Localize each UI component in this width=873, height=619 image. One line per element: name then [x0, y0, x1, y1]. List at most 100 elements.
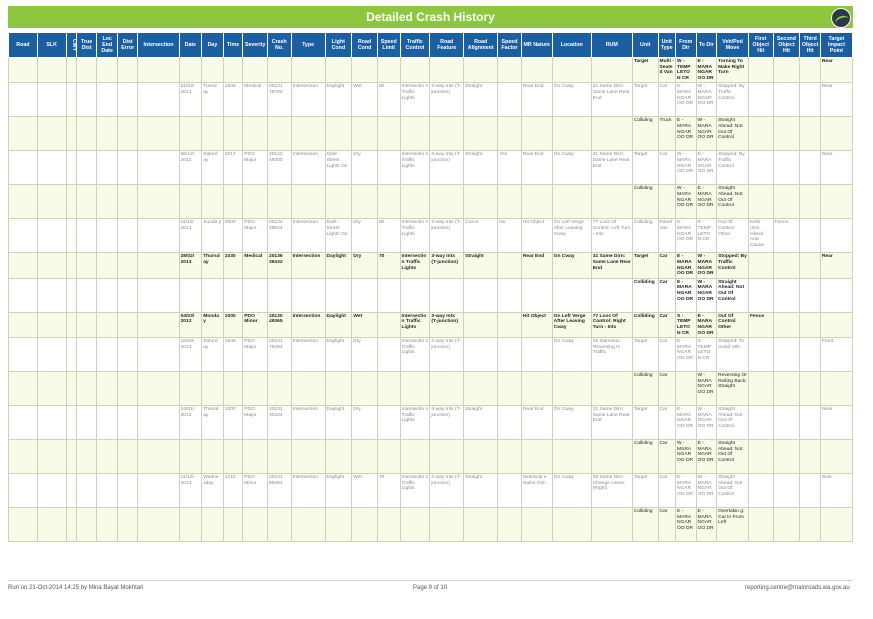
table-cell	[747, 371, 774, 407]
table-cell	[116, 218, 139, 254]
table-cell	[65, 82, 77, 118]
table-cell	[799, 507, 821, 543]
table-row: Colliding Car W - MARA NGAR OO DR E - MARA …	[8, 439, 854, 475]
table-cell	[376, 405, 401, 441]
table-cell: Stopped: To Avoid Veh	[716, 337, 749, 373]
table-cell	[376, 311, 401, 339]
table-cell	[36, 116, 67, 152]
table-cell: PDO Minor	[242, 311, 268, 339]
table-cell: W - MARA NGAR OO DR	[695, 473, 718, 509]
table-cell	[590, 116, 633, 152]
table-cell	[520, 277, 553, 313]
table-cell	[429, 507, 465, 543]
table-cell: Tuesd ay	[201, 82, 224, 118]
table-row: 28/02/ 2013 Thursd ay 1030 Medical 20136 394…	[8, 252, 854, 279]
table-cell	[75, 82, 98, 118]
table-cell	[36, 56, 67, 84]
table-cell	[399, 371, 431, 407]
table-cell	[747, 473, 774, 509]
table-cell	[351, 56, 378, 84]
table-cell	[65, 507, 77, 543]
table-cell: Colliding	[631, 116, 659, 152]
table-cell	[819, 439, 854, 475]
table-cell: No	[497, 218, 522, 254]
table-cell	[242, 56, 268, 84]
table-cell: Car	[657, 311, 676, 339]
table-cell	[290, 371, 326, 407]
table-row: 04/03/ 2013 Monda y 1000 PDO Minor 20130 493…	[8, 311, 854, 339]
table-cell: 20131 79792	[266, 82, 292, 118]
table-cell: S - TEMP LETO N CR	[674, 311, 697, 339]
table-cell	[399, 439, 431, 475]
table-cell	[747, 405, 774, 441]
column-header: Loc End Date	[96, 32, 118, 58]
table-cell	[497, 252, 522, 279]
table-cell	[201, 439, 224, 475]
table-cell	[266, 277, 292, 313]
table-cell: PDO Major	[242, 150, 268, 186]
table-cell	[8, 218, 38, 254]
table-cell	[376, 371, 401, 407]
table-cell: PDO Major	[242, 405, 268, 441]
column-header: Time	[222, 32, 244, 58]
table-row: Colliding Car E - MARA NGAR OO DR W - MARA …	[8, 277, 854, 313]
table-cell: 38 Same Dirn: Change Lanes (Right)	[590, 473, 633, 509]
table-cell: Yes	[497, 150, 522, 186]
table-cell	[497, 371, 522, 407]
table-cell: On Cway	[551, 252, 592, 279]
table-cell: Saturd ay	[201, 150, 224, 186]
table-cell: Rear	[819, 405, 854, 441]
table-cell	[266, 116, 292, 152]
table-cell: Stopped: By Traffic Control	[716, 82, 749, 118]
table-cell	[65, 405, 77, 441]
table-cell	[96, 473, 118, 509]
table-cell: 20131 76494	[266, 337, 292, 373]
table-cell	[551, 439, 592, 475]
table-cell: Medical	[242, 252, 268, 279]
table-cell: Car	[657, 82, 676, 118]
table-cell: 24/01/ 2013	[178, 405, 203, 441]
table-cell	[799, 184, 821, 220]
table-cell: Intersectio n Traffic Lights	[399, 252, 431, 279]
table-cell	[290, 56, 326, 84]
table-cell	[520, 507, 553, 543]
table-body: Target Multi - Seated Van W - TEMP LETO N …	[8, 56, 854, 543]
table-cell	[324, 184, 353, 220]
table-cell	[657, 184, 676, 220]
table-cell: 31 Same Dirn: Same Lane Rear End	[590, 252, 633, 279]
table-cell	[819, 218, 854, 254]
table-cell	[266, 507, 292, 543]
table-cell	[8, 405, 38, 441]
table-cell	[497, 405, 522, 441]
table-cell	[324, 507, 353, 543]
table-cell: Intersection	[290, 252, 326, 279]
table-cell: Out Of Control Other	[716, 311, 749, 339]
table-cell	[799, 405, 821, 441]
table-cell: Stopped: By Traffic Control	[716, 252, 749, 279]
table-cell	[116, 277, 139, 313]
table-cell	[222, 184, 244, 220]
table-cell	[137, 311, 180, 339]
table-cell	[290, 184, 326, 220]
table-cell	[497, 56, 522, 84]
table-cell	[65, 56, 77, 84]
table-cell: Car	[657, 337, 676, 373]
table-cell: On Cway	[551, 82, 592, 118]
table-cell	[799, 473, 821, 509]
table-cell	[137, 405, 180, 441]
table-cell: W - MARA NGAR OO DR	[674, 150, 697, 186]
table-cell	[137, 56, 180, 84]
table-cell: Intersectio n Traffic Lights	[399, 337, 431, 373]
table-cell	[137, 184, 180, 220]
table-cell	[351, 277, 378, 313]
table-cell	[8, 116, 38, 152]
table-cell	[36, 405, 67, 441]
table-cell	[429, 184, 465, 220]
table-cell: Car	[657, 507, 676, 543]
table-cell	[65, 311, 77, 339]
table-cell: W - MARA NGAR OO DR	[695, 405, 718, 441]
column-header: Dist Error	[116, 32, 139, 58]
table-cell	[65, 337, 77, 373]
table-cell	[819, 184, 854, 220]
table-cell	[376, 439, 401, 475]
